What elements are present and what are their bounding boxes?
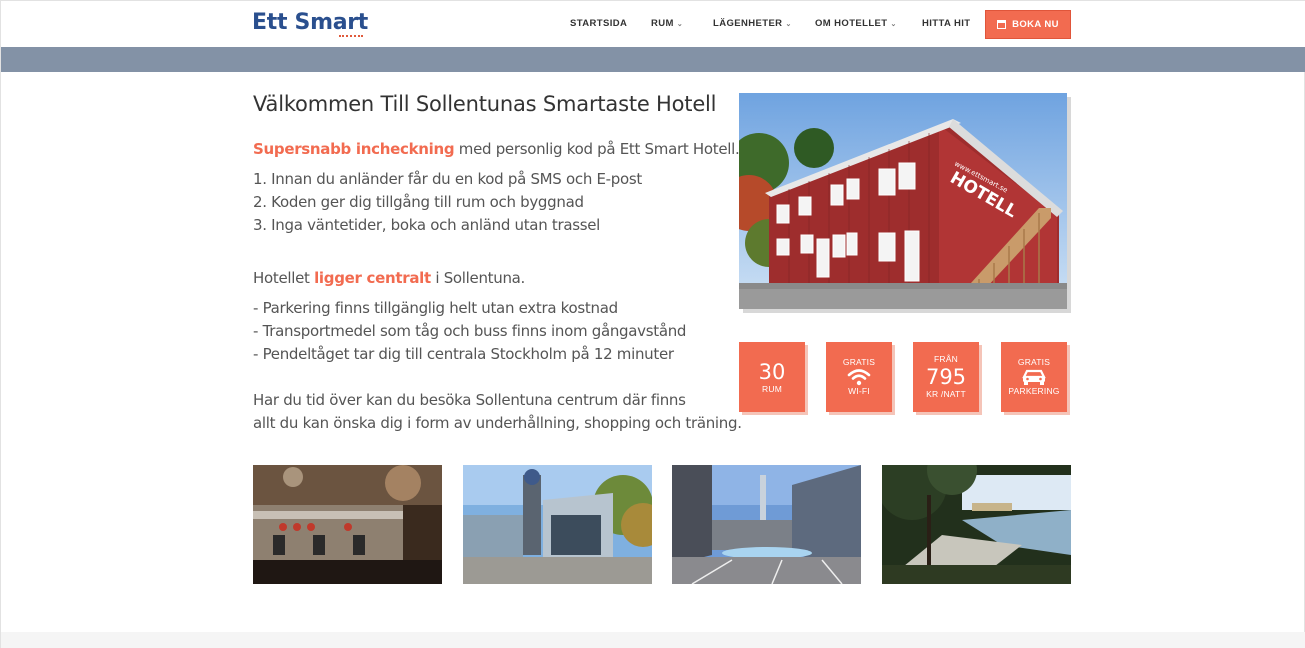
feature-value: 795 — [925, 365, 967, 389]
list-item: 2. Koden ger dig tillgång till rum och b… — [253, 193, 584, 211]
feature-label: WI-FI — [848, 386, 870, 396]
book-now-button[interactable]: BOKA NU — [985, 10, 1071, 39]
feature-top: GRATIS — [842, 357, 876, 367]
footer-strip — [1, 632, 1305, 648]
feature-rooms: 30 RUM — [739, 342, 805, 412]
list-item: 3. Inga väntetider, boka och anländ utan… — [253, 216, 601, 234]
nav-startsida[interactable]: STARTSIDA — [570, 18, 627, 29]
site-logo[interactable]: Ett Smart — [252, 10, 368, 35]
chevron-down-icon: ⌄ — [785, 21, 792, 28]
feature-label: RUM — [762, 383, 782, 394]
list-item: - Transportmedel som tåg och buss finns … — [253, 322, 687, 340]
steps-list: 1. Innan du anländer får du en kod på SM… — [253, 168, 642, 237]
feature-label: PARKERING — [1008, 386, 1060, 396]
feature-top: FRÅN — [934, 354, 958, 364]
nav-lagenheter[interactable]: LÄGENHETER ⌄ — [713, 18, 792, 29]
nav-rum[interactable]: RUM ⌄ — [651, 18, 683, 29]
list-item: - Parkering finns tillgänglig helt utan … — [253, 299, 618, 317]
feature-top: GRATIS — [1017, 357, 1051, 367]
nav-om-hotellet[interactable]: OM HOTELLET ⌄ — [815, 18, 897, 29]
page-title: Välkommen Till Sollentunas Smartaste Hot… — [253, 92, 717, 116]
feature-parking: GRATIS PARKERING — [1001, 342, 1067, 412]
calendar-icon — [997, 20, 1007, 29]
nav-hitta-hit[interactable]: HITTA HIT — [922, 18, 970, 29]
hero-banner — [1, 47, 1305, 72]
list-item: 1. Innan du anländer får du en kod på SM… — [253, 170, 642, 188]
intro-text: Supersnabb incheckning med personlig kod… — [253, 140, 740, 158]
hotel-building-photo: www.ettsmart.se HOTELL — [739, 93, 1067, 309]
bullet-list: - Parkering finns tillgänglig helt utan … — [253, 297, 686, 366]
location-highlight: ligger centralt — [314, 269, 431, 287]
lakeside-park-photo[interactable] — [882, 465, 1071, 584]
list-item: - Pendeltåget tar dig till centrala Stoc… — [253, 345, 674, 363]
feature-value: 30 — [758, 359, 786, 384]
sollentuna-centrum-photo[interactable] — [463, 465, 652, 584]
sergels-torg-photo[interactable] — [672, 465, 861, 584]
feature-label: KR /NATT — [926, 389, 966, 399]
coffee-machine-photo[interactable] — [253, 465, 442, 584]
chevron-down-icon: ⌄ — [676, 21, 684, 28]
feature-wifi: GRATIS WI-FI — [826, 342, 892, 412]
chevron-down-icon: ⌄ — [890, 21, 897, 28]
logo-underline-dots — [339, 35, 363, 37]
wifi-icon — [847, 369, 871, 386]
outro-text: Har du tid över kan du besöka Sollentuna… — [253, 391, 742, 432]
feature-price: FRÅN 795 KR /NATT — [913, 342, 979, 412]
car-icon — [1022, 369, 1046, 385]
intro-highlight: Supersnabb incheckning — [253, 140, 455, 158]
site-header: Ett Smart STARTSIDA RUM ⌄ LÄGENHETER ⌄ OM … — [1, 1, 1305, 47]
location-text: Hotellet ligger centralt i Sollentuna. — [253, 269, 526, 287]
